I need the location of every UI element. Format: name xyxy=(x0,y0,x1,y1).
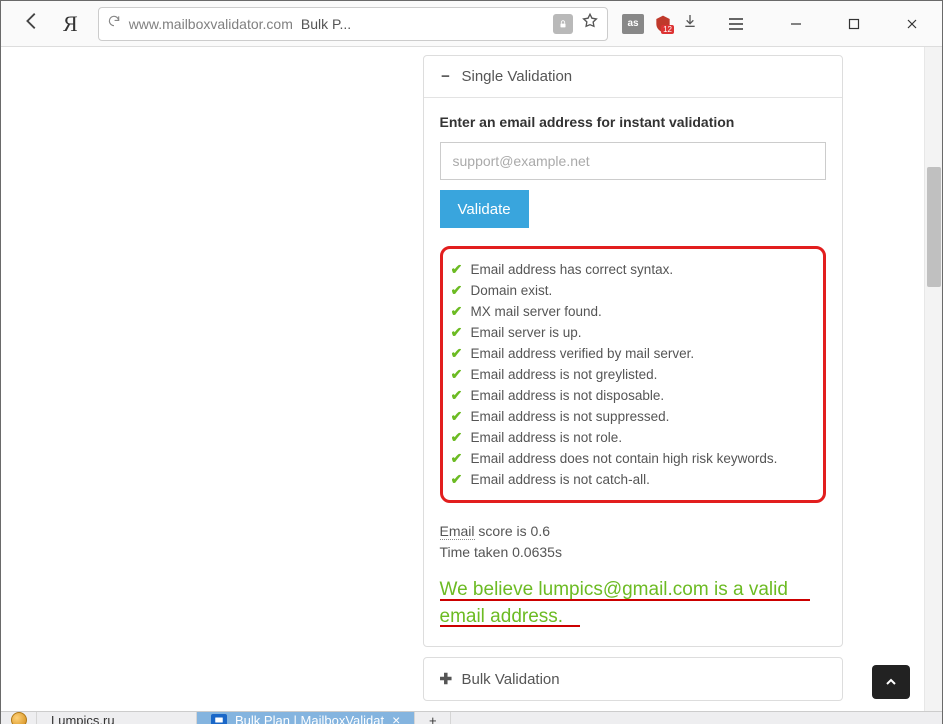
expand-icon: ✚ xyxy=(440,670,452,688)
score-value: score is 0.6 xyxy=(475,523,550,539)
extension-badge: 12 xyxy=(661,25,674,34)
check-icon: ✔ xyxy=(449,282,465,299)
taskbar-tab-mailboxvalidator[interactable]: Bulk Plan | MailboxValidat × xyxy=(197,712,415,724)
scroll-to-top-button[interactable] xyxy=(872,665,910,699)
tab-label: Lumpics.ru xyxy=(51,713,115,724)
underline-annotation xyxy=(440,599,810,601)
result-row: ✔Email address is not catch-all. xyxy=(449,469,815,490)
browser-window: Я www.mailboxvalidator.com Bulk P... as … xyxy=(0,0,943,724)
check-icon: ✔ xyxy=(449,471,465,488)
check-icon: ✔ xyxy=(449,429,465,446)
verdict-text: We believe lumpics@gmail.com is a valid … xyxy=(440,577,826,630)
yandex-logo[interactable]: Я xyxy=(57,11,84,37)
panel-title: Bulk Validation xyxy=(462,671,560,688)
taskbar-start-button[interactable] xyxy=(1,712,37,724)
url-text: www.mailboxvalidator.com xyxy=(129,16,293,32)
check-icon: ✔ xyxy=(449,345,465,362)
check-icon: ✔ xyxy=(449,408,465,425)
reload-icon[interactable] xyxy=(107,14,121,33)
scroll-thumb[interactable] xyxy=(927,167,941,287)
check-icon: ✔ xyxy=(449,261,465,278)
hamburger-icon xyxy=(728,18,744,30)
check-icon: ✔ xyxy=(449,366,465,383)
ublock-extension-icon[interactable]: 12 xyxy=(652,14,674,34)
single-validation-header[interactable]: − Single Validation xyxy=(424,56,842,98)
collapse-icon: − xyxy=(440,68,452,85)
result-row: ✔Email address is not role. xyxy=(449,427,815,448)
single-validation-panel: − Single Validation Enter an email addre… xyxy=(423,55,843,647)
nav-back-button[interactable] xyxy=(21,10,43,37)
page-title-text: Bulk P... xyxy=(301,16,351,32)
window-close-button[interactable] xyxy=(890,1,934,47)
bulk-validation-panel: ✚ Bulk Validation xyxy=(423,657,843,701)
result-row: ✔Email address verified by mail server. xyxy=(449,343,815,364)
tab-close-icon[interactable]: × xyxy=(392,712,400,724)
downloads-icon[interactable] xyxy=(682,13,698,34)
mail-icon xyxy=(211,714,227,724)
results-highlight-box: ✔Email address has correct syntax. ✔Doma… xyxy=(440,246,826,503)
result-row: ✔Domain exist. xyxy=(449,280,815,301)
validate-button[interactable]: Validate xyxy=(440,190,529,228)
check-icon: ✔ xyxy=(449,324,465,341)
page-body: − Single Validation Enter an email addre… xyxy=(1,47,924,711)
instruction-label: Enter an email address for instant valid… xyxy=(440,114,826,130)
result-row: ✔Email address is not greylisted. xyxy=(449,364,815,385)
lastfm-extension-icon[interactable]: as xyxy=(622,14,644,34)
content-area: − Single Validation Enter an email addre… xyxy=(1,47,942,711)
score-meta: Email score is 0.6 Time taken 0.0635s xyxy=(440,521,826,563)
extensions: as 12 xyxy=(622,13,698,34)
tab-label: Bulk Plan | MailboxValidat xyxy=(235,713,384,724)
check-icon: ✔ xyxy=(449,450,465,467)
check-icon: ✔ xyxy=(449,387,465,404)
bulk-validation-header[interactable]: ✚ Bulk Validation xyxy=(424,658,842,700)
window-minimize-button[interactable] xyxy=(774,1,818,47)
taskbar: Lumpics.ru Bulk Plan | MailboxValidat × … xyxy=(1,711,942,724)
result-row: ✔MX mail server found. xyxy=(449,301,815,322)
email-input[interactable] xyxy=(440,142,826,180)
result-row: ✔Email address is not suppressed. xyxy=(449,406,815,427)
taskbar-new-tab-button[interactable]: + xyxy=(415,712,451,724)
address-bar[interactable]: www.mailboxvalidator.com Bulk P... xyxy=(98,7,608,41)
vertical-scrollbar[interactable] xyxy=(924,47,942,711)
score-label: Email xyxy=(440,523,475,540)
underline-annotation xyxy=(440,625,580,627)
titlebar: Я www.mailboxvalidator.com Bulk P... as … xyxy=(1,1,942,47)
taskbar-tab-lumpics[interactable]: Lumpics.ru xyxy=(37,712,197,724)
result-row: ✔Email address does not contain high ris… xyxy=(449,448,815,469)
orb-icon xyxy=(11,712,27,724)
window-maximize-button[interactable] xyxy=(832,1,876,47)
panel-title: Single Validation xyxy=(462,68,573,85)
result-row: ✔Email address is not disposable. xyxy=(449,385,815,406)
menu-button[interactable] xyxy=(712,1,760,47)
result-row: ✔Email server is up. xyxy=(449,322,815,343)
check-icon: ✔ xyxy=(449,303,465,320)
result-row: ✔Email address has correct syntax. xyxy=(449,259,815,280)
lock-icon[interactable] xyxy=(553,14,573,34)
bookmark-star-icon[interactable] xyxy=(581,12,599,35)
time-taken: Time taken 0.0635s xyxy=(440,544,562,560)
